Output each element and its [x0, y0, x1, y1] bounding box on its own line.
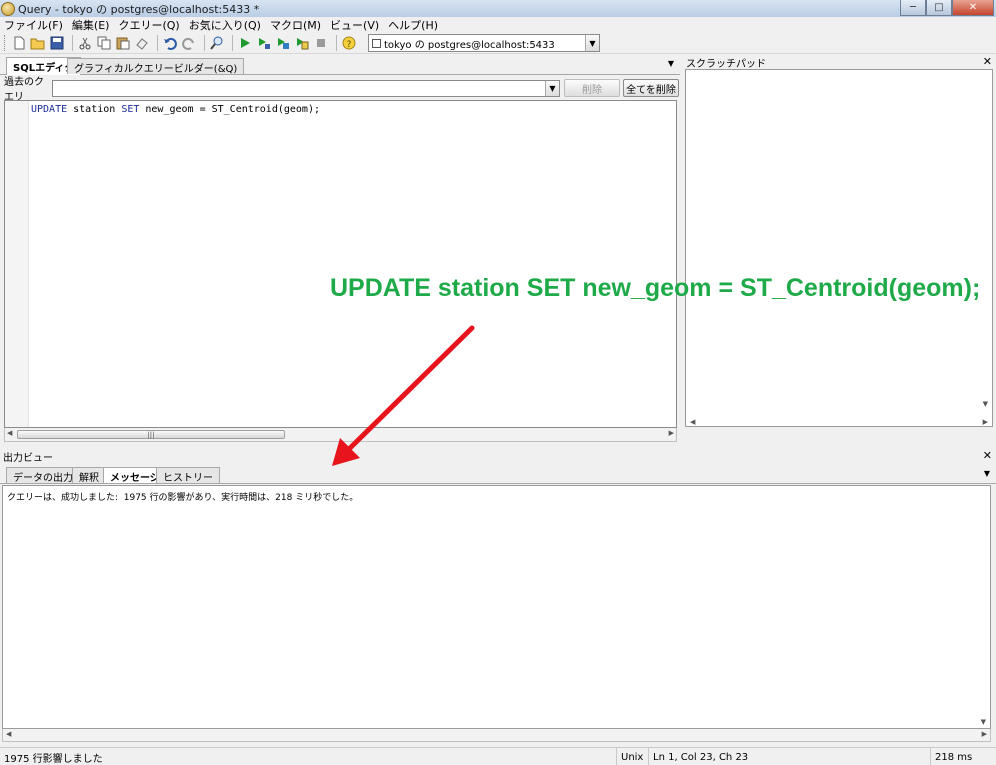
keyword-update: UPDATE [31, 104, 68, 115]
scratch-pad-header: スクラッチパッド ✕ [683, 55, 996, 70]
annotation-text: UPDATE station SET new_geom = ST_Centroi… [330, 274, 981, 302]
scroll-right-icon[interactable]: ▶ [669, 429, 674, 437]
scratch-pad-title: スクラッチパッド [686, 58, 766, 70]
close-button[interactable]: ✕ [952, 0, 994, 16]
status-cursor-position: Ln 1, Col 23, Ch 23 [648, 748, 930, 765]
explain-icon[interactable] [256, 35, 272, 51]
window-title: Query - tokyo の postgres@localhost:5433 … [18, 2, 260, 16]
scratch-pad-pane: スクラッチパッド ✕ ◀ ▶ ▼ [683, 55, 996, 443]
maximize-button[interactable]: □ [926, 0, 952, 16]
minimize-button[interactable]: ─ [900, 0, 926, 16]
output-messages[interactable]: クエリーは、成功しました: 1975 行の影響があり、実行時間は、218 ミリ秒… [2, 485, 991, 729]
status-bar: 1975 行影響しました Unix Ln 1, Col 23, Ch 23 21… [0, 747, 996, 765]
status-message: 1975 行影響しました [4, 753, 103, 765]
scroll-thumb[interactable]: ||| [17, 430, 285, 439]
code-text: new_geom = ST_Centroid(geom); [139, 104, 320, 115]
chevron-down-icon[interactable]: ▼ [668, 59, 674, 68]
keyword-set: SET [121, 104, 140, 115]
output-horizontal-scrollbar[interactable]: ◀ ▶ [2, 729, 991, 742]
toolbar-separator [204, 35, 205, 51]
output-message: クエリーは、成功しました: 1975 行の影響があり、実行時間は、218 ミリ秒… [7, 493, 359, 503]
code-line[interactable]: UPDATE station SET new_geom = ST_Centroi… [31, 104, 320, 115]
editor-tabs: SQLエディタ グラフィカルクエリービルダー(&Q) ▼ [0, 55, 680, 75]
execute-icon[interactable] [237, 35, 253, 51]
toolbar-separator [157, 35, 158, 51]
menu-query[interactable]: クエリー(Q) [118, 17, 179, 33]
toolbar-separator [232, 35, 233, 51]
find-icon[interactable] [209, 35, 225, 51]
connection-checkbox-icon [372, 38, 381, 48]
menu-view[interactable]: ビュー(V) [330, 17, 379, 33]
open-icon[interactable] [30, 35, 46, 51]
explain-analyze-icon[interactable] [275, 35, 291, 51]
scroll-down-icon[interactable]: ▼ [981, 718, 986, 726]
connection-label: tokyo の postgres@localhost:5433 [384, 39, 555, 51]
scroll-left-icon[interactable]: ◀ [6, 730, 11, 738]
chevron-down-icon[interactable]: ▼ [984, 469, 990, 478]
scroll-down-icon[interactable]: ▼ [983, 400, 988, 408]
execute-to-file-icon[interactable] [294, 35, 310, 51]
scroll-left-icon[interactable]: ◀ [7, 429, 12, 437]
close-icon[interactable]: ✕ [983, 55, 992, 68]
scroll-left-icon[interactable]: ◀ [690, 418, 695, 426]
paste-icon[interactable] [115, 35, 131, 51]
scroll-right-icon[interactable]: ▶ [983, 418, 988, 426]
elephant-app-icon [1, 1, 15, 16]
clear-icon[interactable] [134, 35, 150, 51]
window-controls: ─ □ ✕ [900, 0, 994, 16]
output-view-title: 出力ビュー [3, 452, 53, 464]
menu-macros[interactable]: マクロ(M) [270, 17, 321, 33]
redo-icon[interactable] [181, 35, 197, 51]
chevron-down-icon[interactable]: ▼ [585, 35, 599, 51]
menu-favourites[interactable]: お気に入り(Q) [189, 17, 261, 33]
new-file-icon[interactable] [11, 35, 27, 51]
status-exec-time: 218 ms [930, 748, 996, 765]
save-icon[interactable] [49, 35, 65, 51]
tab-graphical-query-builder[interactable]: グラフィカルクエリービルダー(&Q) [67, 58, 245, 75]
past-query-select[interactable]: ▼ [52, 79, 560, 97]
cut-icon[interactable] [77, 35, 93, 51]
menu-file[interactable]: ファイル(F) [4, 17, 63, 33]
undo-icon[interactable] [162, 35, 178, 51]
tab-history[interactable]: ヒストリー [156, 467, 220, 484]
delete-button[interactable]: 削除 [564, 79, 620, 97]
past-query-row: 過去のクエリ ▼ 削除 全てを削除 [0, 77, 680, 103]
tab-data-output[interactable]: データの出力 [6, 467, 80, 484]
svg-text:?: ? [347, 40, 352, 50]
toolbar: ? tokyo の postgres@localhost:5433 ▼ [0, 33, 996, 54]
delete-all-button[interactable]: 全てを削除 [623, 79, 679, 97]
toolbar-separator [72, 35, 73, 51]
help-icon[interactable]: ? [341, 35, 357, 51]
menu-bar: ファイル(F) 編集(E) クエリー(Q) お気に入り(Q) マクロ(M) ビュ… [0, 17, 996, 33]
scratch-pad-textarea[interactable]: ◀ ▶ ▼ [685, 69, 993, 427]
status-line-ending: Unix [616, 748, 648, 765]
output-tabs: データの出力 解釈 メッセージ ヒストリー ▼ [0, 465, 996, 484]
menu-edit[interactable]: 編集(E) [72, 17, 110, 33]
copy-icon[interactable] [96, 35, 112, 51]
toolbar-grip[interactable] [4, 35, 7, 51]
connection-select[interactable]: tokyo の postgres@localhost:5433 ▼ [368, 34, 600, 52]
scroll-right-icon[interactable]: ▶ [982, 730, 987, 738]
output-view-header: 出力ビュー ✕ [0, 449, 996, 464]
close-icon[interactable]: ✕ [983, 449, 992, 462]
tab-explain[interactable]: 解釈 [72, 467, 106, 484]
past-query-label: 過去のクエリ [4, 77, 44, 103]
menu-help[interactable]: ヘルプ(H) [388, 17, 438, 33]
code-text: station [67, 104, 122, 115]
title-bar: Query - tokyo の postgres@localhost:5433 … [0, 0, 996, 17]
toolbar-separator [336, 35, 337, 51]
stop-icon[interactable] [313, 35, 329, 51]
editor-gutter [5, 101, 29, 427]
annotation-arrow-icon [332, 325, 475, 466]
chevron-down-icon[interactable]: ▼ [545, 80, 559, 96]
